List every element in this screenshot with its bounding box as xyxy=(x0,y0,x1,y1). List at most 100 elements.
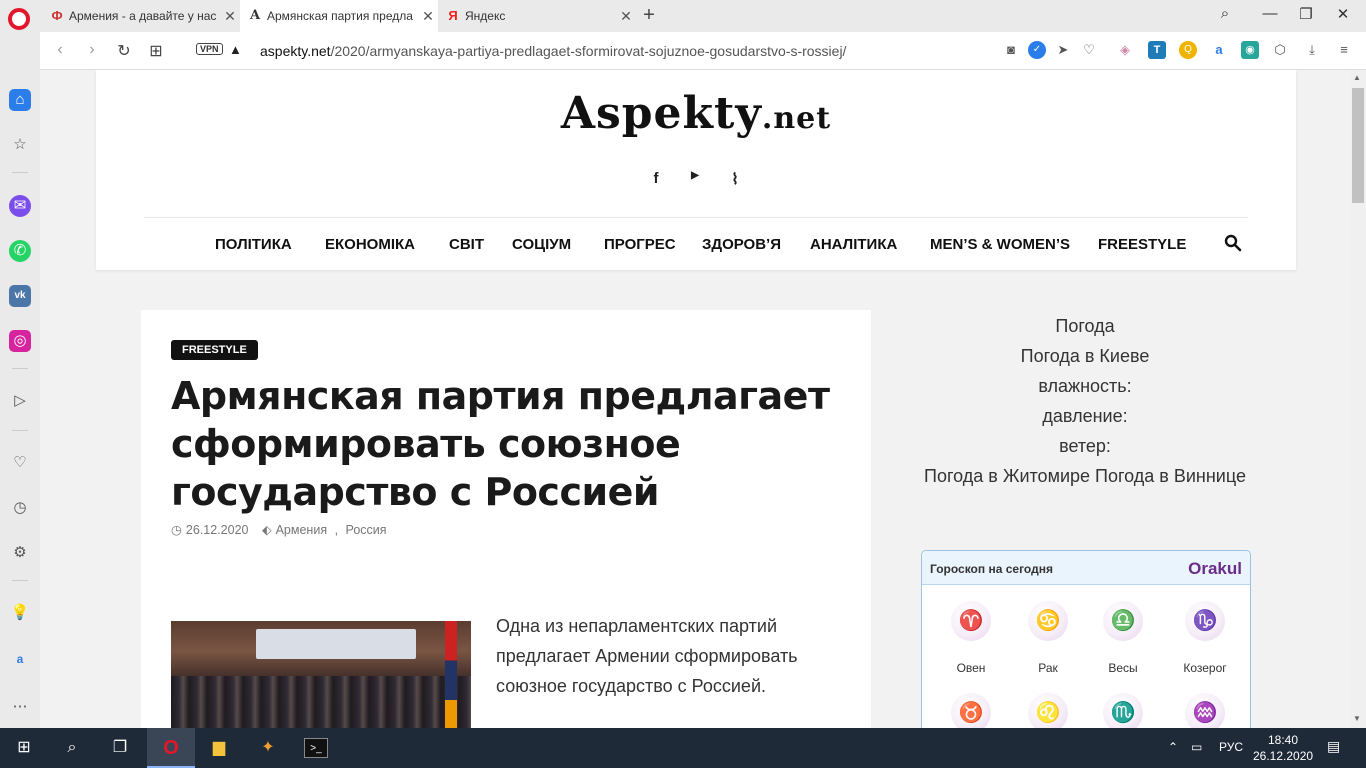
menu-item-health[interactable]: ЗДОРОВ’Я xyxy=(702,236,781,253)
sign-label-libra[interactable]: Весы xyxy=(1083,661,1163,675)
tab-yandex[interactable]: Я Яндекс ✕ xyxy=(438,0,636,32)
tab-close-icon[interactable]: ✕ xyxy=(616,8,636,25)
translate-icon[interactable]: a xyxy=(9,648,31,670)
capricorn-icon[interactable]: ♑ xyxy=(1185,601,1225,641)
translator-t-icon[interactable]: T xyxy=(1148,41,1166,59)
menu-item-analytics[interactable]: АНАЛІТИКА xyxy=(810,236,897,253)
extension-q-icon[interactable]: Q xyxy=(1179,41,1197,59)
aquarius-icon[interactable]: ♒ xyxy=(1185,693,1225,728)
leo-icon[interactable]: ♌ xyxy=(1028,693,1068,728)
opera-taskbar-icon[interactable]: O xyxy=(159,736,183,760)
minimize-icon[interactable]: — xyxy=(1258,5,1282,22)
notifications-icon[interactable]: ▤ xyxy=(1327,738,1340,755)
back-icon[interactable]: ‹ xyxy=(50,41,70,59)
forward-icon[interactable]: › xyxy=(82,41,102,59)
weather-kiev-link[interactable]: Погода в Киеве xyxy=(920,341,1250,371)
facebook-icon[interactable]: f xyxy=(646,170,666,187)
reload-icon[interactable]: ↻ xyxy=(114,41,134,61)
scroll-thumb[interactable] xyxy=(1352,88,1364,203)
maximize-icon[interactable]: ❐ xyxy=(1294,5,1318,23)
send-icon[interactable]: ➤ xyxy=(1054,41,1072,59)
lightbulb-icon[interactable]: 💡 xyxy=(9,602,31,624)
speed-dial-grid-icon[interactable]: ⊞ xyxy=(146,41,166,61)
extensions-cube-icon[interactable]: ⬡ xyxy=(1271,41,1289,59)
taurus-icon[interactable]: ♉ xyxy=(951,693,991,728)
article-tag[interactable]: Россия xyxy=(346,523,387,537)
home-icon[interactable]: ⌂ xyxy=(9,89,31,111)
heart-outline-icon[interactable]: ♡ xyxy=(1080,41,1098,59)
more-dots-icon[interactable]: ⋯ xyxy=(9,696,31,718)
weather-other-cities[interactable]: Погода в Житомире Погода в Виннице xyxy=(920,461,1250,491)
tab-favicon-icon: Ф xyxy=(51,8,63,23)
extension-cube-icon[interactable]: ◈ xyxy=(1116,41,1134,59)
url-field[interactable]: aspekty.net/2020/armyanskaya-partiya-pre… xyxy=(260,43,846,59)
download-icon[interactable]: ⤓ xyxy=(1303,41,1321,59)
tab-close-icon[interactable]: ✕ xyxy=(418,8,438,25)
scroll-up-icon[interactable]: ▲ xyxy=(1353,73,1361,82)
new-tab-button[interactable]: + xyxy=(638,4,660,27)
tab-close-icon[interactable]: ✕ xyxy=(220,8,240,25)
menu-item-world[interactable]: СВІТ xyxy=(449,236,484,253)
task-view-icon[interactable]: ❐ xyxy=(108,736,132,760)
file-explorer-icon[interactable]: ▆ xyxy=(207,736,231,760)
whatsapp-icon[interactable]: ✆ xyxy=(9,240,31,262)
search-icon[interactable] xyxy=(1224,234,1242,252)
snapshot-camera-icon[interactable]: ◙ xyxy=(1002,41,1020,59)
taskbar-search-icon[interactable]: ⌕ xyxy=(60,736,84,760)
aries-icon[interactable]: ♈ xyxy=(951,601,991,641)
article-lead: Одна из непарламентских партий предлагае… xyxy=(496,616,798,696)
sign-label-aries[interactable]: Овен xyxy=(931,661,1011,675)
vpn-badge[interactable]: VPN xyxy=(196,43,223,55)
scroll-down-icon[interactable]: ▼ xyxy=(1353,714,1361,723)
tab-armenia[interactable]: Ф Армения - а давайте у нас ✕ xyxy=(42,0,240,32)
keyboard-language[interactable]: РУС xyxy=(1219,740,1243,754)
player-icon[interactable]: ▷ xyxy=(9,390,31,412)
menu-item-mens-womens[interactable]: MEN’S & WOMEN’S xyxy=(930,236,1070,253)
heart-icon[interactable]: ♡ xyxy=(9,452,31,474)
youtube-icon[interactable]: ▶ xyxy=(685,170,705,181)
history-clock-icon[interactable]: ◷ xyxy=(9,497,31,519)
tray-chevron-icon[interactable]: ⌃ xyxy=(1168,740,1178,754)
tab-search-icon[interactable]: ⌕ xyxy=(1213,5,1237,22)
easy-setup-icon[interactable]: ≡ xyxy=(1335,41,1353,59)
weather-heading: Погода xyxy=(1055,316,1115,336)
magic-wand-app-icon[interactable]: ✦ xyxy=(256,736,280,760)
menu-item-politics[interactable]: ПОЛІТИКА xyxy=(215,236,292,253)
article-photo[interactable] xyxy=(171,621,471,728)
orakul-logo[interactable]: Orakul xyxy=(1188,559,1242,579)
libra-icon[interactable]: ♎ xyxy=(1103,601,1143,641)
sign-label-capricorn[interactable]: Козерог xyxy=(1165,661,1245,675)
tab-aspekty[interactable]: A Армянская партия предла ✕ xyxy=(240,0,438,32)
sidebar-divider xyxy=(12,368,28,369)
messenger-icon[interactable]: ✉ xyxy=(9,195,31,217)
category-badge[interactable]: FREESTYLE xyxy=(171,340,258,360)
settings-gear-icon[interactable]: ⚙ xyxy=(9,542,31,564)
menu-item-freestyle[interactable]: FREESTYLE xyxy=(1098,236,1186,253)
menu-item-society[interactable]: СОЦІУМ xyxy=(512,236,571,253)
cancer-icon[interactable]: ♋ xyxy=(1028,601,1068,641)
windows-start-icon[interactable]: ⊞ xyxy=(12,736,36,760)
vk-icon[interactable]: vk xyxy=(9,285,31,307)
not-secure-warning-icon[interactable]: ▲ xyxy=(229,42,242,57)
menu-item-progress[interactable]: ПРОГРЕС xyxy=(604,236,676,253)
article-tag[interactable]: Армения xyxy=(276,523,328,537)
menu-item-economics[interactable]: ЕКОНОМІКА xyxy=(325,236,415,253)
close-window-icon[interactable]: ✕ xyxy=(1331,5,1355,23)
taskbar-clock[interactable]: 18:40 26.12.2020 xyxy=(1253,732,1313,764)
instagram-icon[interactable]: ◎ xyxy=(9,330,31,352)
network-icon[interactable]: ▭ xyxy=(1191,740,1202,754)
rss-icon[interactable]: ⌇ xyxy=(725,170,745,188)
tag-icon: ⬖ xyxy=(261,523,272,537)
scorpio-icon[interactable]: ♏ xyxy=(1103,693,1143,728)
extension-bulb-icon[interactable]: ◉ xyxy=(1241,41,1259,59)
translate-ext-icon[interactable]: a xyxy=(1210,41,1228,59)
site-logo[interactable]: Aspekty.net xyxy=(96,88,1296,139)
page-scrollbar[interactable]: ▲ ▼ xyxy=(1350,70,1366,728)
terminal-icon[interactable]: >_ xyxy=(304,738,328,758)
bookmark-star-icon[interactable]: ☆ xyxy=(9,134,31,156)
adblock-shield-icon[interactable]: ✓ xyxy=(1028,41,1046,59)
sign-label-cancer[interactable]: Рак xyxy=(1008,661,1088,675)
weather-pressure: давление: xyxy=(1042,406,1128,426)
tab-favicon-icon: A xyxy=(249,8,261,23)
opera-menu-icon[interactable] xyxy=(8,8,30,30)
